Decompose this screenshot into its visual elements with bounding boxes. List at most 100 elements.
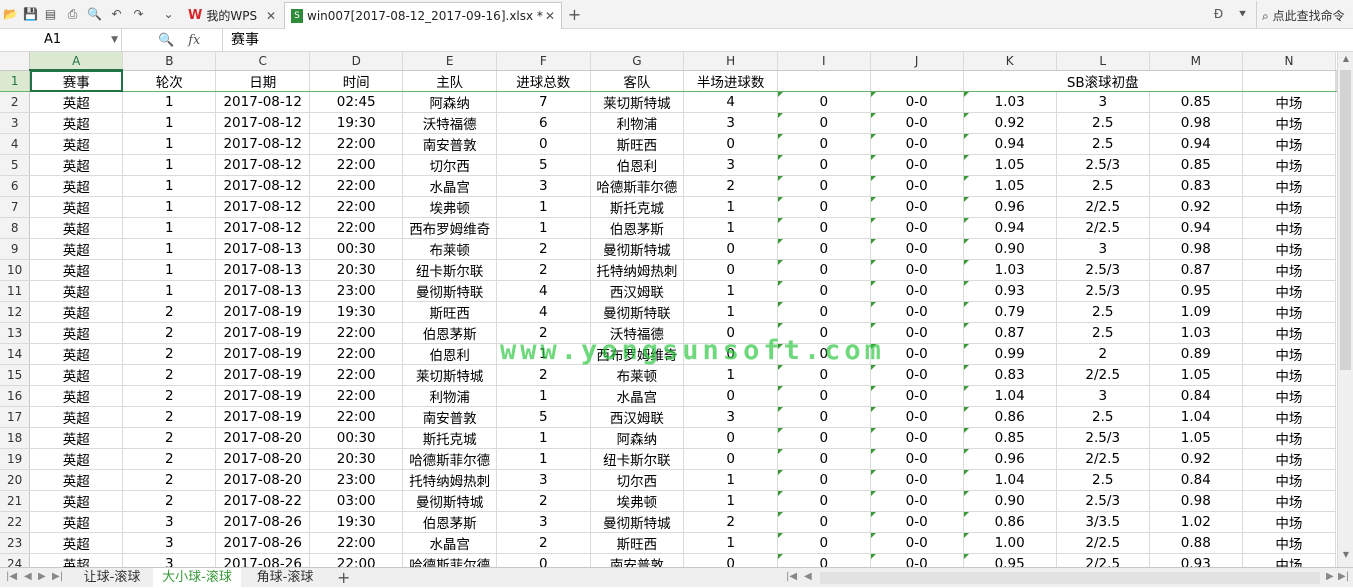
formula-input[interactable]: 赛事 [222,29,1353,51]
cell[interactable]: 1 [496,385,591,407]
cell[interactable]: 0-0 [870,511,964,533]
row-number[interactable]: 23 [0,532,31,554]
menu-down-icon[interactable]: ⯆ [1234,6,1251,22]
cell[interactable]: 0.95 [1149,280,1243,302]
cell[interactable]: 中场 [1242,154,1337,176]
cell[interactable]: 2 [496,238,591,260]
cell[interactable]: 0.94 [963,133,1057,155]
cell[interactable]: 2 [122,406,217,428]
cell[interactable]: 2017-08-12 [215,112,311,134]
spreadsheet-grid[interactable]: A B C D E F G H I J K L M N 1 赛事 轮次 日期 时间 主队 进球总数 客队 半场进球数 SB滚球… [0,52,1337,567]
cell[interactable]: 0 [683,259,778,281]
cell[interactable]: 3 [122,532,217,554]
cell[interactable]: 中场 [1242,406,1337,428]
cell[interactable]: 曼彻斯特联 [402,280,498,302]
cell[interactable]: 西汉姆联 [590,406,685,428]
cell[interactable]: 0-0 [870,448,964,470]
cell[interactable]: 0.90 [963,238,1057,260]
column-header-h[interactable]: H [683,52,778,71]
cell[interactable]: 22:00 [309,343,404,365]
cell[interactable]: 2 [1056,343,1150,365]
scroll-right-icon[interactable]: ▶ [1326,571,1334,582]
cell[interactable]: 22:00 [309,364,404,386]
cell[interactable]: 22:00 [309,175,404,197]
cell[interactable]: 0-0 [870,154,964,176]
cell[interactable]: 0-0 [870,532,964,554]
cell[interactable]: 2017-08-13 [215,259,311,281]
cell[interactable]: 2017-08-12 [215,133,311,155]
row-number[interactable]: 22 [0,511,31,533]
row-number[interactable]: 1 [0,70,31,92]
sheet-tab-over-under[interactable]: 大小球-滚球 [153,568,241,588]
doc-sync-icon[interactable]: Ð [1210,6,1227,22]
cell[interactable]: 1.05 [963,154,1057,176]
cell[interactable]: 英超 [29,133,124,155]
cell[interactable]: 7 [496,91,591,113]
cell[interactable]: 0.92 [963,112,1057,134]
cell[interactable]: 伯恩茅斯 [590,217,685,239]
cell[interactable]: 0-0 [870,175,964,197]
cell[interactable]: 0.84 [1149,469,1243,491]
cell[interactable]: 0 [777,406,871,428]
cell[interactable]: 西布罗姆维奇 [402,217,498,239]
column-header-j[interactable]: J [870,52,964,71]
cell[interactable]: 1.05 [963,175,1057,197]
column-header-f[interactable]: F [496,52,591,71]
cell[interactable]: 0 [777,448,871,470]
cell[interactable]: 0 [777,553,871,567]
cell[interactable]: 2.5/3 [1056,259,1150,281]
cell[interactable]: 0.86 [963,511,1057,533]
cell[interactable]: 阿森纳 [590,427,685,449]
cell[interactable]: 0 [777,280,871,302]
cell[interactable]: 0 [777,133,871,155]
cell[interactable]: 英超 [29,217,124,239]
cell[interactable]: 22:00 [309,217,404,239]
cell[interactable]: 2017-08-26 [215,553,311,567]
cell[interactable]: 中场 [1242,532,1337,554]
cell[interactable]: 3 [1056,385,1150,407]
cell[interactable]: 英超 [29,154,124,176]
cell[interactable]: 1 [122,175,217,197]
cell[interactable]: 2/2.5 [1056,532,1150,554]
next-sheet-icon[interactable]: ▶ [38,571,46,582]
cell[interactable]: 0-0 [870,385,964,407]
cell[interactable]: 0 [777,259,871,281]
cell[interactable]: 0.96 [963,448,1057,470]
cell[interactable]: 斯旺西 [590,133,685,155]
cell[interactable]: 2017-08-12 [215,175,311,197]
cell[interactable]: 中场 [1242,238,1337,260]
column-header-c[interactable]: C [215,52,311,71]
row-number[interactable]: 9 [0,238,31,260]
cell[interactable]: 沃特福德 [402,112,498,134]
cell[interactable]: 0 [683,448,778,470]
scroll-left-arrow-icon[interactable]: ◀ [804,571,812,582]
cell[interactable]: 4 [496,280,591,302]
header-cell[interactable] [777,70,871,92]
cell[interactable]: 2017-08-26 [215,511,311,533]
cell[interactable]: 中场 [1242,553,1337,567]
cell[interactable]: 英超 [29,343,124,365]
cell[interactable]: 0.90 [963,490,1057,512]
cell[interactable]: 0.99 [963,343,1057,365]
cell[interactable]: 1.05 [1149,427,1243,449]
column-header-d[interactable]: D [309,52,404,71]
cell[interactable]: 1 [122,133,217,155]
scroll-thumb[interactable] [1340,70,1351,370]
cell[interactable]: 2 [122,490,217,512]
scroll-down-icon[interactable]: ▼ [1338,550,1353,564]
cell[interactable]: 0 [496,553,591,567]
cell[interactable]: 斯旺西 [402,301,498,323]
cell[interactable]: 0-0 [870,91,964,113]
cell[interactable]: 0-0 [870,238,964,260]
cell[interactable]: 1 [496,427,591,449]
cell[interactable]: 0.89 [1149,343,1243,365]
cell[interactable]: 0.98 [1149,112,1243,134]
cell[interactable]: 0-0 [870,490,964,512]
cell[interactable]: 0.86 [963,406,1057,428]
cell[interactable]: 中场 [1242,91,1337,113]
cell[interactable]: 2.5 [1056,133,1150,155]
cell[interactable]: 中场 [1242,301,1337,323]
cell[interactable]: 0 [777,301,871,323]
cell[interactable]: 0.87 [1149,259,1243,281]
cell[interactable]: 1.03 [963,259,1057,281]
